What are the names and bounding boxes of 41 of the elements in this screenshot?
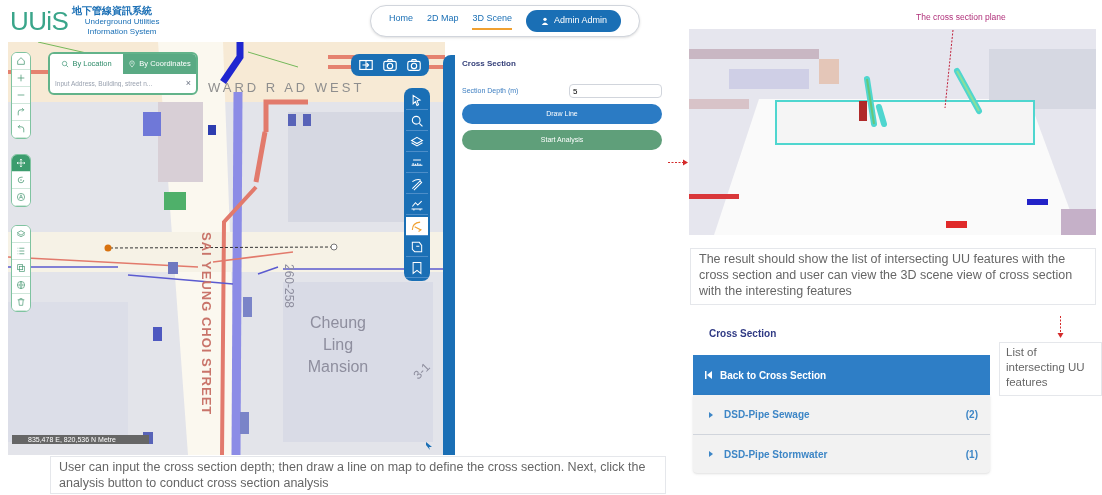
dotted-arrow <box>668 159 688 166</box>
panel-title: Cross Section <box>462 58 517 70</box>
bookmark-icon[interactable] <box>406 259 428 278</box>
layers-icon[interactable] <box>406 133 428 152</box>
search-icon <box>61 60 70 68</box>
home-icon[interactable] <box>12 53 30 70</box>
skip-back-icon <box>705 371 712 379</box>
map-label: 260-258 <box>281 264 297 309</box>
nav-link[interactable]: 2D Map <box>426 12 459 30</box>
camera-icon[interactable] <box>381 56 399 74</box>
logo-mark: UUiS <box>10 8 69 34</box>
logo-subtitle: Underground Utilities Information System <box>83 17 161 38</box>
nav-link[interactable]: 3D Scene <box>472 12 512 30</box>
depth-field[interactable]: 5 <box>569 84 662 98</box>
caret-icon <box>709 411 713 418</box>
result-group[interactable]: DSD-Pipe Stormwater (1) <box>693 434 990 473</box>
map-label: 3-1 <box>409 358 434 384</box>
panel-title: Cross Section <box>708 327 778 341</box>
caption: The result should show the list of intersecting UU features with the cross section and user can view the 3D scene view of cross section with the interesting features <box>690 248 1096 305</box>
map-label: WARD R AD WEST <box>208 79 365 97</box>
cursor-icon <box>426 442 432 450</box>
move-icon[interactable] <box>12 155 30 172</box>
dotted-arrow <box>1057 316 1064 338</box>
user-button[interactable]: Admin Admin <box>525 10 621 32</box>
caption: User can input the cross section depth; then draw a line on map to define the cross section. Next, click the analysis button to conduct cross section analysis <box>50 456 666 494</box>
logo-title: 地下管線資訊系統 <box>72 4 154 18</box>
curve-icon[interactable] <box>406 217 428 236</box>
search-icon[interactable] <box>406 112 428 131</box>
camera-icon[interactable] <box>405 56 423 74</box>
annotation-label: The cross section plane <box>916 11 1006 24</box>
back-button[interactable]: Back to Cross Section <box>693 355 990 395</box>
pin-icon <box>128 60 137 68</box>
map-label: Cheung Ling Mansion <box>306 313 370 377</box>
result-group[interactable]: DSD-Pipe Sewage (2) <box>693 395 990 434</box>
user-icon <box>539 16 550 26</box>
map-label: SAI YEUNG CHOI STREET <box>197 232 215 416</box>
caret-icon <box>709 451 713 457</box>
clear-button[interactable]: × <box>185 76 191 91</box>
pointer-icon[interactable] <box>406 91 428 110</box>
nav-link[interactable]: Home <box>388 12 413 30</box>
note: List of intersecting UU features <box>999 342 1102 396</box>
